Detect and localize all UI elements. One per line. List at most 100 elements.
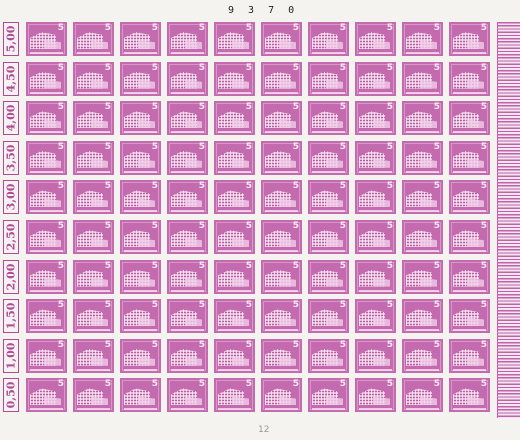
stamp: 5 [402, 220, 443, 254]
stamp: 5 [308, 22, 349, 56]
building-wing-illustration [185, 277, 202, 287]
building-wing-illustration [44, 396, 61, 406]
stamp-denomination: 5 [433, 181, 440, 192]
building-wing-illustration [420, 79, 437, 89]
stamp-denomination: 5 [104, 221, 111, 231]
stamp: 5 [261, 22, 302, 56]
stamp-denomination: 5 [386, 221, 393, 231]
building-wing-illustration [467, 396, 484, 406]
building-wing-illustration [326, 396, 343, 406]
building-wing-illustration [279, 119, 296, 129]
stamp-denomination: 5 [433, 102, 440, 113]
stamp-denomination: 5 [245, 221, 252, 231]
stamp: 5 [449, 180, 490, 215]
stamp: 5 [449, 338, 490, 373]
stamp-caption-bar [77, 289, 110, 292]
counter-value: 1,00 [4, 342, 18, 370]
stamp-denomination: 5 [292, 221, 299, 231]
building-wing-illustration [44, 198, 61, 208]
building-wing-illustration [91, 198, 108, 208]
stamp-denomination: 5 [198, 141, 205, 152]
building-wing-illustration [420, 317, 437, 327]
stamp-denomination: 5 [57, 300, 64, 311]
counter-box: 3,50 [3, 140, 19, 175]
stamp: 5 [261, 101, 302, 136]
stamp: 5 [308, 140, 349, 175]
stamp-caption-bar [359, 408, 392, 411]
stamp: 5 [402, 259, 443, 294]
stamp-caption-bar [30, 368, 63, 371]
stamp-caption-bar [30, 329, 63, 332]
stamp: 5 [449, 61, 490, 96]
stamp: 5 [261, 220, 302, 254]
stamp-denomination: 5 [386, 102, 393, 113]
stamp: 5 [402, 101, 443, 136]
stamp-caption-bar [30, 170, 63, 173]
stamp-caption-bar [453, 52, 486, 54]
building-wing-illustration [138, 40, 155, 49]
stamp-denomination: 5 [292, 379, 299, 390]
stamp-denomination: 5 [151, 181, 158, 192]
stamp-denomination: 5 [151, 221, 158, 231]
stamp-denomination: 5 [57, 181, 64, 192]
stamp: 5 [73, 140, 114, 175]
stamp-caption-bar [265, 329, 298, 332]
right-margin-stripe [497, 22, 520, 418]
stamp-caption-bar [453, 210, 486, 213]
stamp-caption-bar [453, 91, 486, 94]
stamp-denomination: 5 [339, 141, 346, 152]
building-wing-illustration [232, 317, 249, 327]
building-wing-illustration [467, 79, 484, 89]
stamp-denomination: 5 [433, 23, 440, 33]
stamp-denomination: 5 [433, 141, 440, 152]
building-wing-illustration [44, 79, 61, 89]
stamp: 5 [73, 378, 114, 413]
building-wing-illustration [420, 40, 437, 49]
stamp: 5 [355, 180, 396, 215]
stamp-denomination: 5 [433, 300, 440, 311]
stamp-caption-bar [218, 91, 251, 94]
stamp: 5 [73, 180, 114, 215]
stamp: 5 [214, 378, 255, 413]
stamp-denomination: 5 [339, 221, 346, 231]
stamp-caption-bar [124, 408, 157, 411]
building-wing-illustration [44, 317, 61, 327]
stamp-denomination: 5 [198, 181, 205, 192]
building-wing-illustration [279, 79, 296, 89]
stamp-caption-bar [124, 131, 157, 134]
stamp: 5 [261, 180, 302, 215]
stamp-denomination: 5 [433, 379, 440, 390]
building-wing-illustration [326, 40, 343, 49]
stamp-denomination: 5 [433, 62, 440, 73]
counter-box: 4,00 [3, 101, 19, 136]
building-wing-illustration [91, 158, 108, 168]
stamp-denomination: 5 [386, 62, 393, 73]
stamp-denomination: 5 [292, 339, 299, 350]
stamp-caption-bar [359, 329, 392, 332]
stamp-caption-bar [312, 52, 345, 54]
building-wing-illustration [185, 238, 202, 247]
stamp: 5 [26, 220, 67, 254]
stamp: 5 [355, 378, 396, 413]
stamp-denomination: 5 [292, 23, 299, 33]
stamp: 5 [120, 140, 161, 175]
stamp-caption-bar [312, 91, 345, 94]
counter-value: 3,50 [4, 144, 18, 172]
counter-box: 3,00 [3, 180, 19, 215]
stamp-caption-bar [218, 170, 251, 173]
stamp-denomination: 5 [433, 260, 440, 271]
stamp-caption-bar [218, 408, 251, 411]
stamp-denomination: 5 [386, 181, 393, 192]
stamp: 5 [214, 299, 255, 334]
stamp-caption-bar [171, 170, 204, 173]
building-wing-illustration [185, 317, 202, 327]
stamp-caption-bar [406, 250, 439, 252]
stamp-denomination: 5 [339, 260, 346, 271]
stamp-denomination: 5 [245, 102, 252, 113]
stamp-caption-bar [359, 52, 392, 54]
stamp: 5 [449, 22, 490, 56]
counter-value: 4,50 [4, 65, 18, 92]
stamp: 5 [167, 140, 208, 175]
building-wing-illustration [373, 238, 390, 247]
building-wing-illustration [467, 198, 484, 208]
